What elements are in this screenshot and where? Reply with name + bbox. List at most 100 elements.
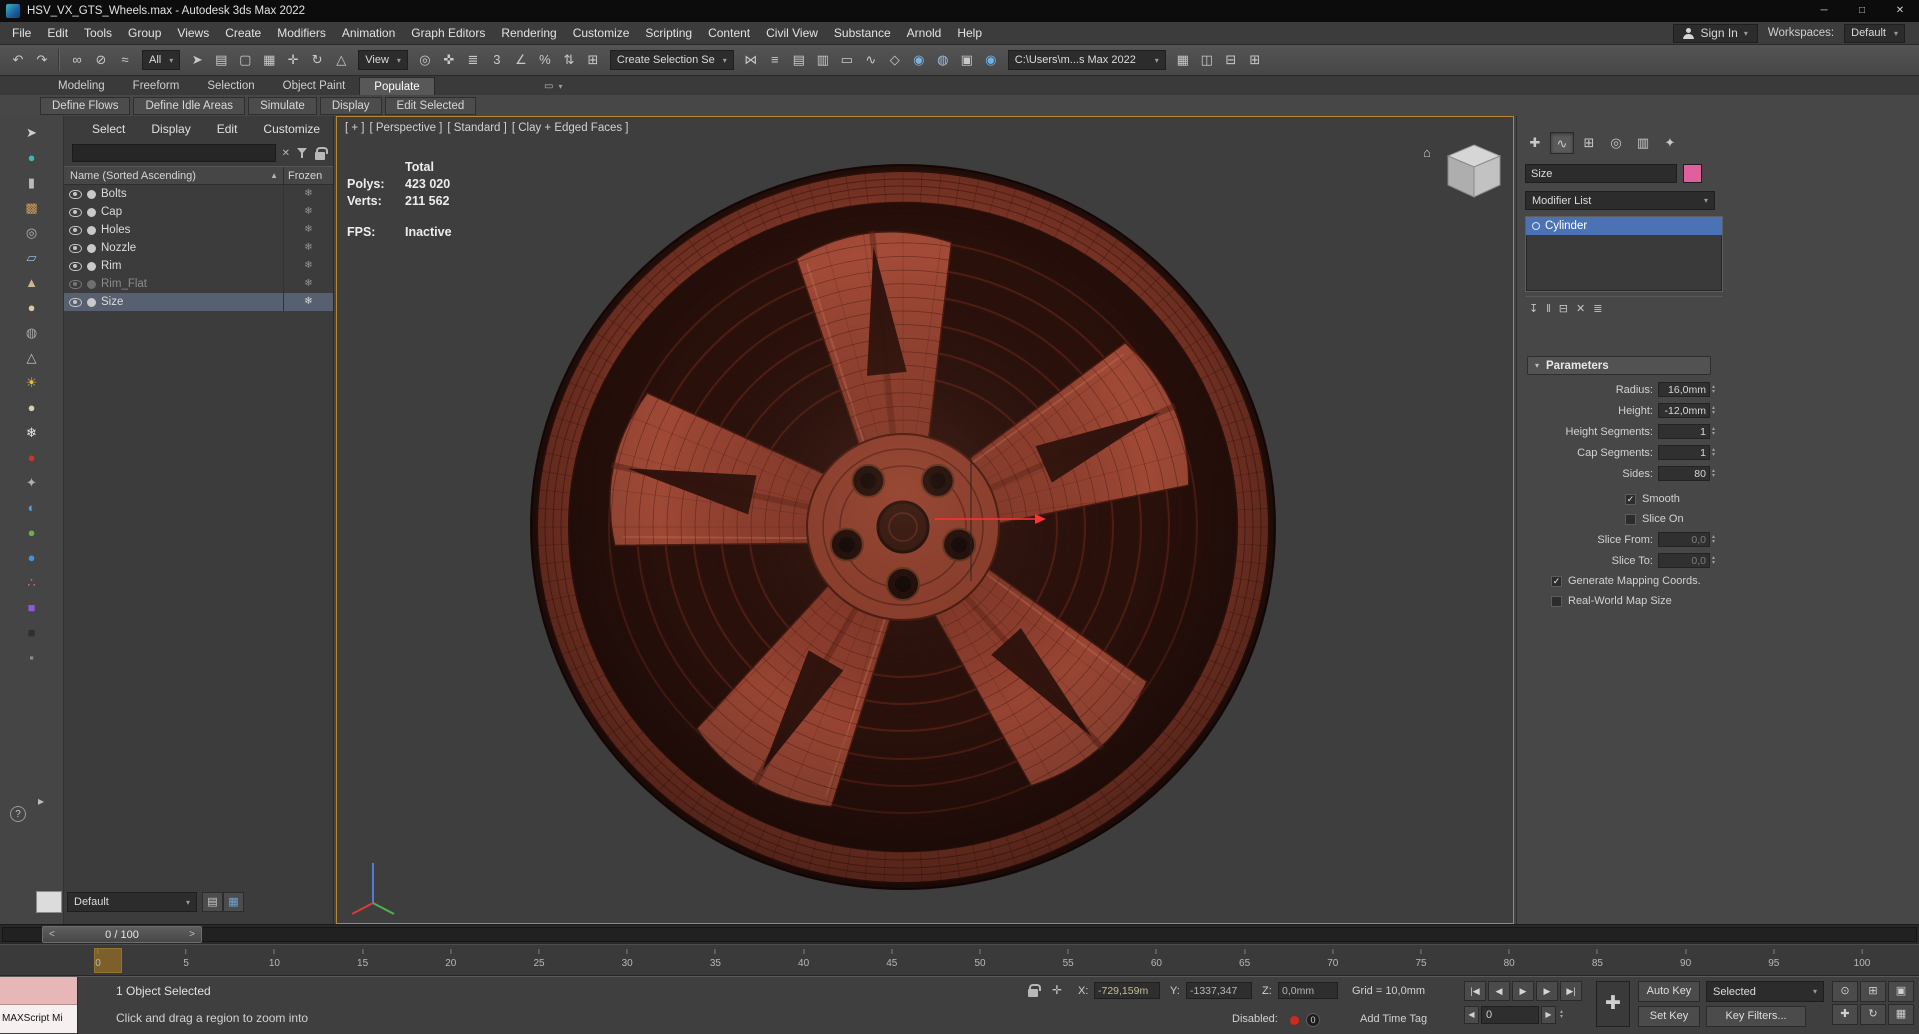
plane-tool-icon[interactable]: ▱: [19, 245, 45, 270]
pan-icon[interactable]: ✚: [1832, 1004, 1858, 1025]
z-coordinate-field[interactable]: 0,0mm: [1278, 982, 1338, 999]
minimize-button[interactable]: ─: [1805, 0, 1843, 22]
go-to-start-button[interactable]: |◀: [1464, 981, 1486, 1001]
menu-item[interactable]: Civil View: [758, 22, 826, 44]
viewport-label-segment[interactable]: [ + ]: [345, 122, 365, 134]
modifier-bulb-icon[interactable]: [1532, 222, 1540, 230]
menu-item[interactable]: Views: [169, 22, 217, 44]
track-bar[interactable]: 0 5 10 15 20 25 30 35 40 45 50 55 60 65 70 75 80 85 90 95 10…: [0, 944, 1919, 976]
help-icon[interactable]: ?: [10, 806, 26, 822]
select-object-icon[interactable]: ➤: [185, 48, 209, 72]
ribbon-tab[interactable]: Modeling: [44, 77, 119, 95]
object-color-swatch[interactable]: [1683, 164, 1702, 183]
checkbox-row[interactable]: ✓ Real-World Map Size: [1527, 591, 1715, 611]
cylinder-tool-icon[interactable]: ▮: [19, 170, 45, 195]
small-box-tool-icon[interactable]: ▪: [19, 645, 45, 670]
scene-object-row[interactable]: Cap ❄: [64, 203, 333, 221]
undo-icon[interactable]: ↶: [6, 48, 30, 72]
material-editor-icon[interactable]: ◉: [907, 48, 931, 72]
spinner[interactable]: ▴ ▾: [1712, 447, 1715, 458]
visibility-eye-icon[interactable]: [69, 189, 82, 199]
select-and-rotate-icon[interactable]: ↻: [305, 48, 329, 72]
object-name-field[interactable]: [1525, 164, 1677, 183]
maximize-viewport-icon[interactable]: ▦: [1888, 1004, 1914, 1025]
filter-icon[interactable]: [296, 147, 309, 160]
blue-sphere-tool-icon[interactable]: ●: [19, 545, 45, 570]
ribbon-tab[interactable]: Populate: [359, 77, 435, 95]
frame-spinner[interactable]: ▴ ▾: [1560, 1009, 1563, 1020]
layer-select[interactable]: Default ▾: [67, 892, 197, 912]
curve-editor-icon[interactable]: ∿: [859, 48, 883, 72]
cone-tool-icon[interactable]: ▲: [19, 270, 45, 295]
close-button[interactable]: ✕: [1881, 0, 1919, 22]
select-and-scale-icon[interactable]: △: [329, 48, 353, 72]
visibility-eye-icon[interactable]: [69, 207, 82, 217]
go-to-end-button[interactable]: ▶|: [1560, 981, 1582, 1001]
remove-modifier-icon[interactable]: ✕: [1576, 302, 1585, 315]
ribbon-tool-button[interactable]: Define Flows: [40, 96, 131, 115]
name-column-header[interactable]: Name (Sorted Ascending) ▲: [64, 170, 283, 182]
ribbon-tab[interactable]: Freeform: [119, 77, 194, 95]
earth-tool-icon[interactable]: ◐: [19, 495, 45, 520]
angle-snap-icon[interactable]: ∠: [509, 48, 533, 72]
ribbon-tool-button[interactable]: Simulate: [248, 96, 317, 115]
ribbon-tab[interactable]: Selection: [193, 77, 268, 95]
scene-explorer-menu[interactable]: Customize: [263, 122, 320, 136]
next-frame-arrow[interactable]: >: [189, 929, 195, 940]
expand-toolbar-icon[interactable]: ▸: [38, 794, 44, 808]
scene-object-row[interactable]: Holes ❄: [64, 221, 333, 239]
schematic-view-icon[interactable]: ◇: [883, 48, 907, 72]
modify-tab[interactable]: ∿: [1550, 132, 1574, 154]
frozen-toggle-icon[interactable]: ❄: [283, 239, 333, 257]
menu-item[interactable]: Tools: [76, 22, 120, 44]
scene-object-row[interactable]: Size ❄: [64, 293, 333, 311]
frozen-toggle-icon[interactable]: ❄: [283, 203, 333, 221]
selection-filter-select[interactable]: All ▾: [142, 50, 181, 70]
menu-item[interactable]: File: [4, 22, 39, 44]
scene-explorer-menu[interactable]: Edit: [217, 122, 238, 136]
menu-item[interactable]: Substance: [826, 22, 899, 44]
container-tool-icon[interactable]: ■: [19, 595, 45, 620]
redo-icon[interactable]: ↷: [30, 48, 54, 72]
select-tool-icon[interactable]: ➤: [19, 120, 45, 145]
frozen-toggle-icon[interactable]: ❄: [283, 221, 333, 239]
current-frame-field[interactable]: 0: [1481, 1006, 1539, 1024]
x-coordinate-field[interactable]: -729,159m: [1094, 982, 1160, 999]
sign-in-button[interactable]: Sign In ▾: [1673, 23, 1758, 43]
ribbon-config-icon[interactable]: ▭: [544, 81, 553, 92]
checkbox-row[interactable]: ✓ Smooth: [1527, 489, 1715, 509]
spinner[interactable]: ▴ ▾: [1712, 426, 1715, 437]
parameters-rollout-header[interactable]: ▾ Parameters: [1527, 356, 1711, 375]
workspace-select[interactable]: Default ▾: [1844, 23, 1905, 43]
scene-object-row[interactable]: Nozzle ❄: [64, 239, 333, 257]
menu-item[interactable]: Edit: [39, 22, 76, 44]
menu-item[interactable]: Modifiers: [269, 22, 334, 44]
new-window-icon[interactable]: ⊞: [1243, 48, 1267, 72]
search-input[interactable]: [72, 144, 276, 162]
menu-item[interactable]: Create: [217, 22, 269, 44]
parameter-field[interactable]: 1: [1657, 424, 1710, 439]
drop-tool-icon[interactable]: ●: [19, 445, 45, 470]
keyboard-override-icon[interactable]: ≣: [461, 48, 485, 72]
asset-tracking-icon[interactable]: ◫: [1195, 48, 1219, 72]
macro-recorder-field[interactable]: [0, 977, 77, 1005]
scene-explorer-menu[interactable]: Display: [151, 122, 190, 136]
modifier-stack-item[interactable]: Cylinder: [1526, 217, 1722, 235]
menu-item[interactable]: Customize: [565, 22, 638, 44]
project-folder-icon[interactable]: ▦: [1171, 48, 1195, 72]
menu-item[interactable]: Arnold: [899, 22, 950, 44]
render-setup-icon[interactable]: ◍: [931, 48, 955, 72]
set-keys-button[interactable]: ✚: [1596, 981, 1630, 1027]
maxscript-listener-field[interactable]: MAXScript Mi: [0, 1005, 77, 1033]
frozen-toggle-icon[interactable]: ❄: [283, 293, 333, 311]
menu-item[interactable]: Group: [120, 22, 169, 44]
frozen-toggle-icon[interactable]: ❄: [283, 257, 333, 275]
unlink-selection-icon[interactable]: ⊘: [89, 48, 113, 72]
percent-snap-icon[interactable]: %: [533, 48, 557, 72]
sphere-tool-icon[interactable]: ●: [19, 295, 45, 320]
frozen-toggle-icon[interactable]: ❄: [283, 275, 333, 293]
menu-item[interactable]: Rendering: [493, 22, 564, 44]
zoom-all-icon[interactable]: ⊞: [1860, 981, 1886, 1002]
spinner[interactable]: ▴ ▾: [1712, 555, 1715, 566]
play-button[interactable]: ▶: [1512, 981, 1534, 1001]
